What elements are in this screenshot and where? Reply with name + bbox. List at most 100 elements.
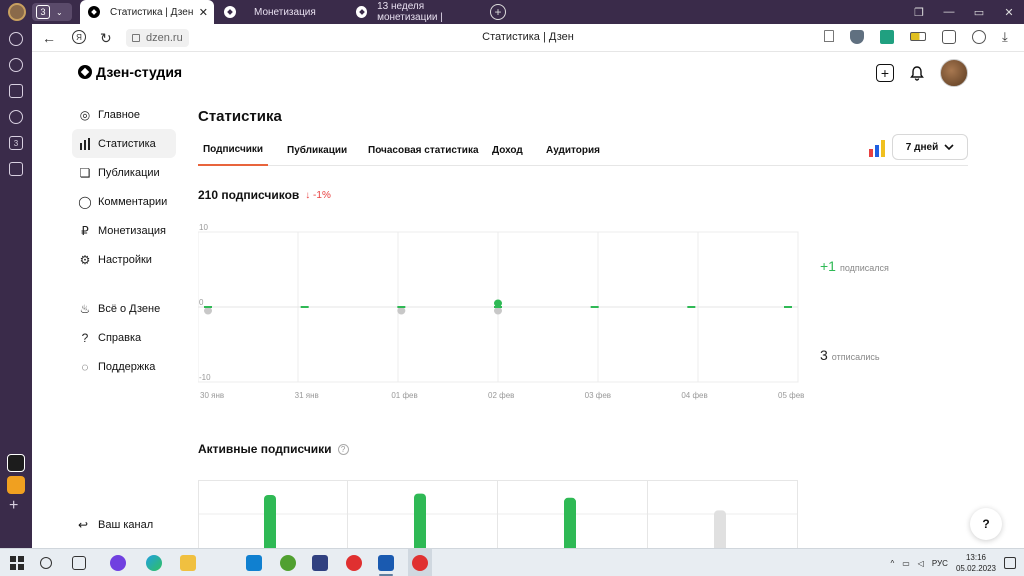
y-tick-label: 10	[199, 223, 208, 232]
info-icon[interactable]: ?	[337, 443, 349, 455]
subscribers-chart: 10 0 -10 30 янв 31 янв 01 фев 02 фев 03 фев 04 ф…	[198, 223, 804, 400]
x-tick-label: 02 фев	[488, 391, 514, 400]
clock-date: 05.02.2023	[955, 564, 996, 573]
volume-icon[interactable]: ◁	[918, 559, 924, 568]
yandex-browser-icon[interactable]	[412, 555, 428, 571]
notifications-bell-icon[interactable]	[908, 64, 926, 82]
period-value: 7 дней	[905, 141, 939, 153]
tab-income[interactable]: Доход	[492, 134, 523, 166]
windows-start-icon[interactable]	[10, 556, 24, 570]
browser-tab-monetization[interactable]: Монетизация	[216, 0, 344, 24]
user-avatar[interactable]	[940, 59, 968, 87]
download-icon[interactable]: ⤓	[1002, 30, 1016, 44]
app-icon[interactable]	[312, 555, 328, 571]
windows-taskbar: ^ ▭ ◁ РУС 13:16 05.02.2023	[0, 548, 1024, 576]
bar-baseline-mark	[494, 306, 502, 308]
back-arrow-icon[interactable]: ←	[42, 30, 56, 46]
nav-item-publications[interactable]: ❏ Публикации	[72, 158, 176, 187]
subscribed-stat: +1 подписался	[820, 258, 889, 274]
nav-label: Настройки	[98, 253, 152, 266]
search-icon[interactable]	[40, 557, 52, 569]
tab-title: Монетизация	[254, 6, 316, 18]
browser-sidebar: 3 +	[0, 24, 32, 548]
tab-group-button[interactable]: 3 ⌄	[32, 3, 72, 21]
utorrent-icon[interactable]	[280, 555, 296, 571]
network-icon[interactable]: ▭	[902, 559, 910, 568]
battery-icon[interactable]	[910, 32, 926, 41]
word-icon[interactable]	[378, 555, 394, 571]
screenshot-icon[interactable]	[9, 162, 23, 176]
flame-icon: ♨	[79, 301, 91, 316]
bell-icon[interactable]	[9, 32, 23, 46]
nav-label: Справка	[98, 331, 142, 344]
logo[interactable]: Дзен-студия	[78, 64, 182, 80]
browser-tab-statistics[interactable]: Статистика | Дзен ✕	[80, 0, 214, 24]
ruble-icon: ₽	[81, 223, 89, 238]
extension-icon[interactable]	[7, 454, 25, 472]
chevron-up-icon[interactable]: ^	[890, 559, 894, 568]
active-subscribers-title: Активные подписчики ?	[198, 442, 349, 456]
nav-item-help[interactable]: ? Справка	[72, 323, 176, 352]
y-tick-label: 0	[199, 298, 204, 307]
browser-tab-week13[interactable]: 13 неделя монетизации |	[348, 0, 484, 24]
nav-item-support[interactable]: ◌ Поддержка	[72, 352, 176, 381]
nav-item-settings[interactable]: ⚙ Настройки	[72, 245, 176, 274]
notifications-icon[interactable]	[1004, 557, 1016, 569]
collections-icon[interactable]	[9, 84, 23, 98]
language-indicator[interactable]: РУС	[932, 559, 948, 568]
profile-avatar[interactable]	[8, 3, 26, 21]
nav-item-monetization[interactable]: ₽ Монетизация	[72, 216, 176, 245]
yandex-icon[interactable]	[346, 555, 362, 571]
lock-icon	[132, 34, 140, 42]
yandex-icon[interactable]: Я	[72, 30, 86, 44]
file-explorer-icon[interactable]	[180, 555, 196, 571]
task-view-icon[interactable]	[72, 556, 86, 570]
x-tick-label: 31 янв	[295, 391, 319, 400]
minimize-icon[interactable]: —	[934, 0, 964, 24]
active-bar	[714, 510, 726, 548]
nav-item-main[interactable]: ◎ Главное	[72, 100, 176, 129]
mail-icon[interactable]	[246, 555, 262, 571]
reload-icon[interactable]: ↻	[100, 30, 112, 46]
tab-count-icon[interactable]: 3	[9, 136, 23, 150]
edge-icon[interactable]	[146, 555, 162, 571]
nav-label: Публикации	[98, 166, 160, 179]
url-text: dzen.ru	[146, 32, 183, 44]
gear-icon: ⚙	[79, 252, 91, 267]
play-icon[interactable]	[9, 110, 23, 124]
period-select[interactable]: 7 дней	[892, 134, 968, 160]
add-icon[interactable]: +	[9, 498, 18, 514]
help-button[interactable]: ?	[970, 508, 1002, 540]
restore-icon[interactable]: ▭	[964, 0, 994, 24]
active-bar	[564, 497, 576, 548]
your-channel-link[interactable]: ↩ Ваш канал	[78, 518, 153, 532]
shield-icon[interactable]	[850, 30, 864, 44]
close-icon[interactable]: ✕	[199, 6, 208, 19]
mail-extension-icon[interactable]	[7, 476, 25, 494]
x-tick-label: 04 фев	[681, 391, 707, 400]
new-tab-button[interactable]: +	[490, 4, 506, 20]
close-window-icon[interactable]: ✕	[994, 0, 1024, 24]
tab-hourly[interactable]: Почасовая статистика	[368, 134, 479, 166]
create-button[interactable]: +	[876, 64, 894, 82]
nav-item-comments[interactable]: ◯ Комментарии	[72, 187, 176, 216]
history-icon[interactable]	[9, 58, 23, 72]
url-field[interactable]: dzen.ru	[126, 29, 189, 47]
metrica-icon[interactable]	[868, 139, 886, 157]
nav-divider	[72, 274, 176, 294]
share-icon[interactable]	[942, 30, 956, 44]
extension-icon[interactable]	[880, 30, 894, 44]
bookmark-icon[interactable]	[824, 30, 834, 42]
browser-tab-strip: 3 ⌄ Статистика | Дзен ✕ Монетизация 13 н…	[0, 0, 1024, 24]
collections-icon[interactable]: ❐	[904, 0, 934, 24]
tab-audience[interactable]: Аудитория	[546, 134, 600, 166]
alice-icon[interactable]	[110, 555, 126, 571]
clock[interactable]: 13:16 05.02.2023	[956, 552, 996, 574]
comments-icon[interactable]	[972, 30, 986, 44]
nav-item-about[interactable]: ♨ Всё о Дзене	[72, 294, 176, 323]
nav-label: Комментарии	[98, 195, 168, 208]
y-tick-label: -10	[199, 373, 211, 382]
tab-publications[interactable]: Публикации	[287, 134, 347, 166]
tab-subscribers[interactable]: Подписчики	[198, 134, 268, 166]
nav-item-statistics[interactable]: Статистика	[72, 129, 176, 158]
